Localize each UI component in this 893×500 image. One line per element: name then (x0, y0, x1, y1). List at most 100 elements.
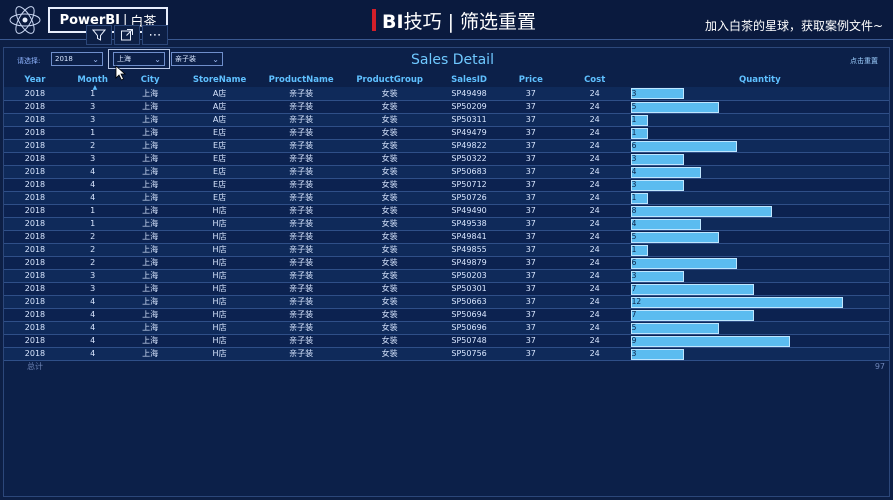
table-row[interactable]: 2018 4 上海 H店 亲子装 女装 SP50748 37 24 9 (4, 334, 889, 348)
cell-price: 37 (502, 113, 559, 127)
cell-price: 37 (502, 256, 559, 270)
table-row[interactable]: 2018 2 上海 H店 亲子装 女装 SP49879 37 24 6 (4, 256, 889, 270)
cell-price: 37 (502, 334, 559, 348)
cell-city: 上海 (119, 100, 181, 114)
reset-button[interactable]: 点击重置 (850, 56, 878, 66)
more-options-icon[interactable]: ⋯ (142, 25, 168, 45)
table-row[interactable]: 2018 3 上海 A店 亲子装 女装 SP50209 37 24 5 (4, 100, 889, 114)
year-dropdown[interactable]: 2018 ⌄ (51, 52, 103, 66)
cell-productname: 亲子装 (258, 282, 345, 296)
cell-productname: 亲子装 (258, 178, 345, 192)
city-dropdown[interactable]: 上海 ⌄ (113, 52, 165, 66)
cell-productname: 亲子装 (258, 243, 345, 257)
quantity-value: 6 (631, 141, 637, 150)
cell-price: 37 (502, 230, 559, 244)
column-header-year[interactable]: Year (4, 73, 66, 87)
page-title: BI技巧 | 筛选重置 (382, 7, 536, 34)
sales-detail-panel: 请选择: 2018 ⌄ 上海 ⌄ 亲子装 ⌄ ⋯ Sales Detail 点击… (3, 25, 890, 497)
cell-salesid: SP50748 (435, 334, 503, 348)
column-header-cost[interactable]: Cost (559, 73, 631, 87)
table-row[interactable]: 2018 4 上海 H店 亲子装 女装 SP50663 37 24 12 (4, 295, 889, 309)
cell-month: 4 (65, 334, 120, 348)
totals-row: 总计 97 (4, 360, 889, 372)
table-row[interactable]: 2018 4 上海 E店 亲子装 女装 SP50726 37 24 1 (4, 191, 889, 205)
quantity-value: 9 (631, 336, 637, 345)
cell-cost: 24 (558, 308, 631, 322)
cell-productname: 亲子装 (258, 204, 345, 218)
table-row[interactable]: 2018 4 上海 E店 亲子装 女装 SP50712 37 24 3 (4, 178, 889, 192)
filter-icon[interactable] (86, 25, 112, 45)
column-header-storename[interactable]: StoreName (181, 73, 258, 87)
table-header-row: Year Month ▲ City StoreName ProductName Produc… (4, 73, 889, 91)
cell-month: 1 (65, 204, 120, 218)
cell-productgroup: 女装 (344, 139, 436, 153)
table-row[interactable]: 2018 4 上海 H店 亲子装 女装 SP50696 37 24 5 (4, 321, 889, 335)
cell-cost: 24 (558, 347, 631, 361)
cell-productgroup: 女装 (344, 347, 436, 361)
table-row[interactable]: 2018 2 上海 E店 亲子装 女装 SP49822 37 24 6 (4, 139, 889, 153)
table-row[interactable]: 2018 1 上海 H店 亲子装 女装 SP49538 37 24 4 (4, 217, 889, 231)
cell-city: 上海 (119, 321, 181, 335)
column-header-month[interactable]: Month ▲ (66, 73, 119, 91)
table-row[interactable]: 2018 3 上海 H店 亲子装 女装 SP50301 37 24 7 (4, 282, 889, 296)
cell-price: 37 (502, 282, 559, 296)
cell-storename: H店 (180, 282, 259, 296)
table-row[interactable]: 2018 2 上海 H店 亲子装 女装 SP49841 37 24 5 (4, 230, 889, 244)
column-header-salesid[interactable]: SalesID (435, 73, 503, 87)
quantity-cell: 12 (630, 295, 889, 309)
cell-productname: 亲子装 (258, 100, 345, 114)
column-header-productname[interactable]: ProductName (258, 73, 344, 87)
cell-storename: E店 (180, 139, 259, 153)
quantity-value: 7 (631, 310, 637, 319)
table-row[interactable]: 2018 4 上海 E店 亲子装 女装 SP50683 37 24 4 (4, 165, 889, 179)
cell-year: 2018 (4, 230, 66, 244)
column-header-city[interactable]: City (119, 73, 181, 87)
cell-price: 37 (502, 87, 559, 101)
quantity-cell: 1 (630, 113, 889, 127)
cell-salesid: SP50322 (435, 152, 503, 166)
table-row[interactable]: 2018 3 上海 E店 亲子装 女装 SP50322 37 24 3 (4, 152, 889, 166)
cell-salesid: SP50694 (435, 308, 503, 322)
cell-salesid: SP50683 (435, 165, 503, 179)
product-dropdown[interactable]: 亲子装 ⌄ (171, 52, 223, 66)
cell-cost: 24 (558, 256, 631, 270)
cell-salesid: SP49538 (435, 217, 503, 231)
quantity-bar (630, 166, 702, 178)
cell-city: 上海 (119, 243, 181, 257)
cell-storename: E店 (180, 126, 259, 140)
focus-mode-icon[interactable] (114, 25, 140, 45)
cell-salesid: SP49855 (435, 243, 503, 257)
cell-price: 37 (502, 191, 559, 205)
cell-productname: 亲子装 (258, 308, 345, 322)
cell-price: 37 (502, 165, 559, 179)
table-row[interactable]: 2018 1 上海 E店 亲子装 女装 SP49479 37 24 1 (4, 126, 889, 140)
cell-cost: 24 (558, 165, 631, 179)
table-row[interactable]: 2018 3 上海 H店 亲子装 女装 SP50203 37 24 3 (4, 269, 889, 283)
quantity-cell: 3 (630, 178, 889, 192)
cell-storename: E店 (180, 178, 259, 192)
cell-productname: 亲子装 (258, 334, 345, 348)
cell-cost: 24 (558, 100, 631, 114)
table-row[interactable]: 2018 4 上海 H店 亲子装 女装 SP50694 37 24 7 (4, 308, 889, 322)
cell-productgroup: 女装 (344, 243, 436, 257)
table-row[interactable]: 2018 1 上海 H店 亲子装 女装 SP49490 37 24 8 (4, 204, 889, 218)
cell-productname: 亲子装 (258, 230, 345, 244)
cell-city: 上海 (119, 295, 181, 309)
cell-storename: A店 (180, 100, 259, 114)
table-row[interactable]: 2018 3 上海 A店 亲子装 女装 SP50311 37 24 1 (4, 113, 889, 127)
cell-storename: H店 (180, 243, 259, 257)
column-header-price[interactable]: Price (503, 73, 559, 87)
cell-month: 3 (65, 269, 120, 283)
cell-productgroup: 女装 (344, 321, 436, 335)
quantity-bar (630, 309, 755, 321)
table-row[interactable]: 2018 2 上海 H店 亲子装 女装 SP49855 37 24 1 (4, 243, 889, 257)
cell-price: 37 (502, 321, 559, 335)
column-header-quantity[interactable]: Quantity (631, 73, 889, 87)
cell-productgroup: 女装 (344, 100, 436, 114)
table-row[interactable]: 2018 4 上海 H店 亲子装 女装 SP50756 37 24 3 (4, 347, 889, 361)
column-header-productgroup[interactable]: ProductGroup (344, 73, 435, 87)
cell-salesid: SP50756 (435, 347, 503, 361)
table-row[interactable]: 2018 1 上海 A店 亲子装 女装 SP49498 37 24 3 (4, 87, 889, 101)
cell-salesid: SP50311 (435, 113, 503, 127)
cell-city: 上海 (119, 269, 181, 283)
